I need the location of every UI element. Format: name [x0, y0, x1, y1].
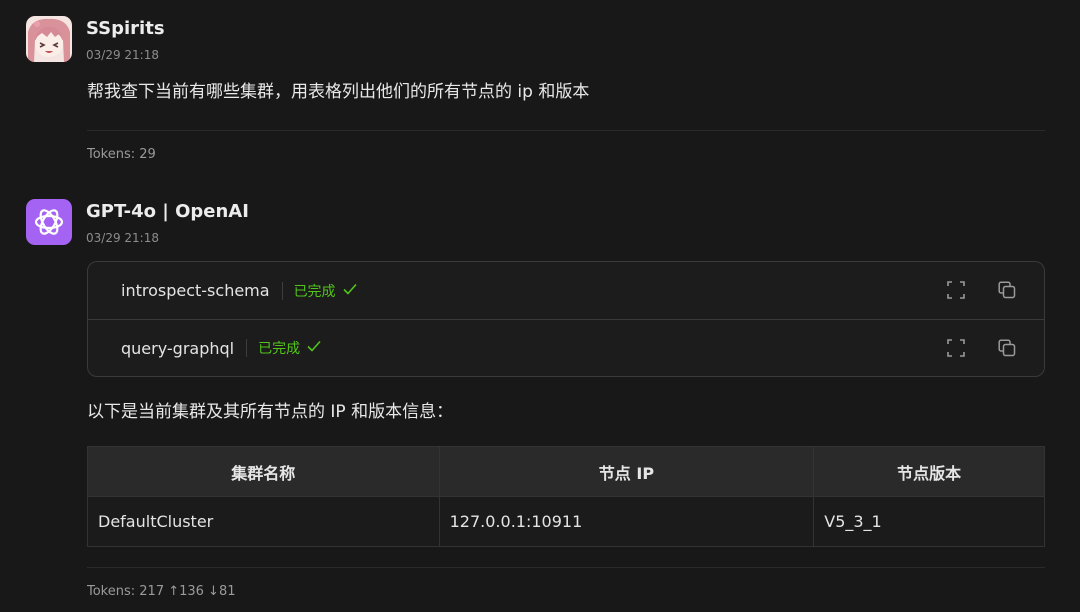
check-icon: [342, 283, 357, 299]
column-header: 集群名称: [87, 446, 440, 497]
assistant-name: GPT-4o | OpenAI: [86, 201, 249, 222]
copy-icon[interactable]: [997, 338, 1017, 358]
column-header: 节点 IP: [438, 446, 815, 497]
table-cell: V5_3_1: [813, 496, 1045, 547]
table-header-row: 集群名称 节点 IP 节点版本: [87, 446, 1045, 497]
separator: [246, 339, 248, 357]
table-cell: DefaultCluster: [87, 496, 440, 547]
assistant-intro-text: 以下是当前集群及其所有节点的 IP 和版本信息：: [87, 402, 454, 422]
user-message-header: SSpirits 03/29 21:18: [26, 16, 165, 62]
status-badge: 已完成: [294, 281, 357, 301]
user-avatar[interactable]: [26, 16, 72, 62]
tool-calls-panel: introspect-schema 已完成 query-graphql 已完成: [87, 261, 1045, 377]
copy-icon[interactable]: [997, 280, 1017, 300]
check-icon: [307, 340, 321, 356]
separator: [281, 281, 283, 300]
status-text: 已完成: [258, 341, 301, 357]
openai-logo-icon[interactable]: [26, 199, 72, 245]
result-table: 集群名称 节点 IP 节点版本 DefaultCluster 127.0.0.1…: [87, 446, 1045, 547]
tool-call-row[interactable]: query-graphql 已完成: [88, 319, 1044, 376]
expand-icon[interactable]: [946, 280, 966, 300]
table-cell: 127.0.0.1:10911: [438, 496, 815, 547]
user-message-text: 帮我查下当前有哪些集群，用表格列出他们的所有节点的 ip 和版本: [87, 82, 590, 102]
status-badge: 已完成: [258, 338, 321, 358]
tool-name: introspect-schema: [121, 281, 270, 300]
tool-call-row[interactable]: introspect-schema 已完成: [88, 262, 1044, 319]
expand-icon[interactable]: [946, 338, 966, 358]
status-text: 已完成: [293, 283, 336, 300]
user-token-count: Tokens: 29: [87, 147, 156, 162]
message-time: 03/29 21:18: [86, 48, 159, 62]
message-time: 03/29 21:18: [86, 231, 159, 245]
assistant-message-header: GPT-4o | OpenAI 03/29 21:18: [26, 199, 249, 245]
tool-name: query-graphql: [121, 338, 235, 358]
table-row: DefaultCluster 127.0.0.1:10911 V5_3_1: [87, 496, 1045, 547]
user-name: SSpirits: [86, 18, 165, 39]
column-header: 节点版本: [813, 446, 1045, 497]
assistant-token-count: Tokens: 217 ↑136 ↓81: [87, 584, 236, 599]
divider: [87, 130, 1045, 131]
divider: [87, 567, 1045, 568]
